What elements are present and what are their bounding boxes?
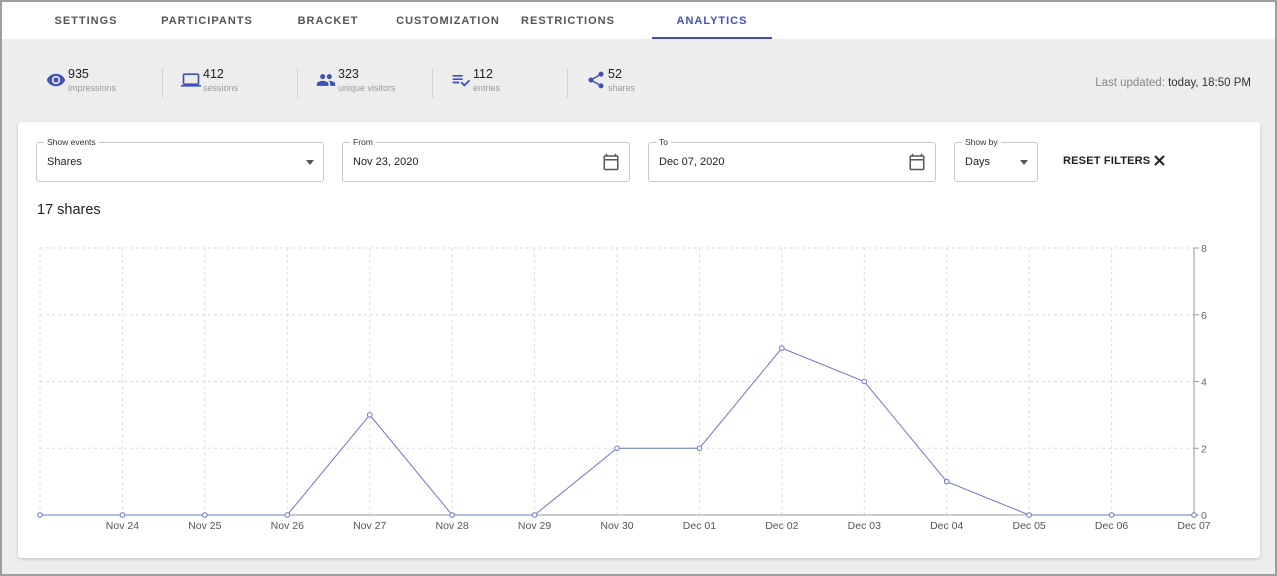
field-label: Show events bbox=[44, 137, 99, 147]
tab-restrictions[interactable]: RESTRICTIONS bbox=[484, 2, 652, 39]
field-value: Nov 23, 2020 bbox=[353, 156, 419, 168]
data-point bbox=[1191, 512, 1197, 518]
field-value: Dec 07, 2020 bbox=[659, 156, 725, 168]
data-point bbox=[779, 345, 785, 351]
stat-value: 323 bbox=[338, 67, 359, 81]
data-point bbox=[37, 512, 43, 518]
eye-icon bbox=[46, 70, 66, 90]
calendar-icon[interactable] bbox=[602, 153, 620, 171]
line-chart: 02468Nov 24 Nov 25 Nov 26 Nov 27 Nov 28 Nov 2… bbox=[37, 243, 1211, 532]
stat-value: 935 bbox=[68, 67, 89, 81]
summary-count: 17 shares bbox=[37, 202, 101, 218]
stat-label: entries bbox=[473, 83, 501, 93]
tab-settings[interactable]: SETTINGS bbox=[2, 2, 170, 39]
last-updated-label: Last updated: bbox=[1095, 77, 1165, 89]
divider bbox=[162, 68, 163, 98]
x-tick-label: Nov 28 bbox=[436, 520, 469, 532]
divider bbox=[567, 68, 568, 98]
data-point bbox=[943, 478, 950, 485]
stat-entries: 112 entries bbox=[451, 60, 500, 100]
x-tick-label: Nov 26 bbox=[271, 520, 304, 532]
x-tick-label: Dec 03 bbox=[848, 520, 881, 532]
field-label: From bbox=[350, 137, 376, 147]
last-updated-value: today, 18:50 PM bbox=[1168, 77, 1251, 89]
tab-analytics[interactable]: ANALYTICS bbox=[652, 2, 772, 39]
data-point bbox=[1026, 512, 1032, 518]
data-point bbox=[1108, 512, 1115, 518]
x-tick-label: Nov 30 bbox=[600, 520, 633, 532]
stat-label: shares bbox=[608, 83, 636, 93]
field-label: Show by bbox=[962, 137, 1001, 147]
data-point bbox=[531, 512, 538, 518]
playlist-check-icon bbox=[451, 70, 471, 90]
data-point bbox=[366, 412, 373, 418]
stat-label: impressions bbox=[68, 83, 117, 93]
last-updated: Last updated: today, 18:50 PM bbox=[1095, 77, 1251, 89]
stat-value: 52 bbox=[608, 67, 622, 81]
stat-value: 112 bbox=[473, 67, 493, 81]
to-date-field[interactable]: To Dec 07, 2020 bbox=[648, 137, 936, 182]
show-events-select[interactable]: Show events Shares bbox=[36, 137, 324, 182]
close-icon bbox=[1153, 154, 1166, 167]
analytics-page: SETTINGS PARTICIPANTS BRACKET CUSTOMIZAT… bbox=[0, 0, 1277, 576]
divider bbox=[432, 68, 433, 98]
data-point bbox=[449, 512, 455, 518]
share-icon bbox=[586, 70, 606, 90]
tab-participants[interactable]: PARTICIPANTS bbox=[161, 2, 252, 39]
x-tick-label: Dec 04 bbox=[930, 520, 963, 532]
stat-sessions: 412 sessions bbox=[181, 60, 238, 100]
data-point bbox=[861, 378, 868, 385]
dropdown-caret-icon bbox=[306, 160, 314, 165]
x-tick-label: Dec 06 bbox=[1095, 520, 1128, 532]
divider bbox=[297, 68, 298, 98]
stats-bar: 935 impressions 412 sessions 323 unique … bbox=[2, 60, 1275, 102]
x-tick-label: Nov 24 bbox=[106, 520, 139, 532]
dropdown-caret-icon bbox=[1020, 160, 1028, 165]
field-value: Shares bbox=[47, 156, 82, 168]
from-date-field[interactable]: From Nov 23, 2020 bbox=[342, 137, 630, 182]
data-point bbox=[119, 512, 126, 518]
y-tick-label: 8 bbox=[1201, 243, 1207, 255]
data-point bbox=[696, 445, 703, 452]
stat-label: sessions bbox=[203, 83, 239, 93]
stat-shares: 52 shares bbox=[586, 60, 635, 100]
tab-customization[interactable]: CUSTOMIZATION bbox=[396, 2, 499, 39]
stat-label: unique visitors bbox=[338, 83, 396, 93]
x-tick-label: Dec 01 bbox=[683, 520, 716, 532]
x-tick-label: Nov 27 bbox=[353, 520, 386, 532]
stat-unique-visitors: 323 unique visitors bbox=[316, 60, 396, 100]
data-point bbox=[614, 445, 620, 452]
x-tick-label: Nov 25 bbox=[188, 520, 221, 532]
laptop-icon bbox=[181, 70, 201, 90]
x-tick-label: Dec 05 bbox=[1013, 520, 1046, 532]
y-tick-label: 4 bbox=[1201, 377, 1207, 389]
data-point bbox=[202, 512, 208, 518]
y-tick-label: 2 bbox=[1201, 443, 1207, 455]
y-tick-label: 6 bbox=[1201, 310, 1207, 322]
data-point bbox=[284, 512, 291, 518]
stat-impressions: 935 impressions bbox=[46, 60, 116, 100]
reset-filters-button[interactable]: RESET FILTERS bbox=[1063, 154, 1166, 167]
shares-chart: 0 2 4 6 8 Nov 24 Nov 25 Nov 26 Nov 27 Nov 28 Nov 2… bbox=[18, 232, 1260, 552]
field-label: To bbox=[656, 137, 671, 147]
analytics-card: Show events Shares From Nov 23, 2020 To … bbox=[18, 122, 1260, 558]
stat-value: 412 bbox=[203, 67, 224, 81]
people-icon bbox=[316, 70, 336, 90]
show-by-select[interactable]: Show by Days bbox=[954, 137, 1038, 182]
tab-bar: SETTINGS PARTICIPANTS BRACKET CUSTOMIZAT… bbox=[2, 2, 1275, 39]
x-tick-label: Dec 07 bbox=[1177, 520, 1210, 532]
field-value: Days bbox=[965, 156, 991, 168]
tab-bracket[interactable]: BRACKET bbox=[244, 2, 412, 39]
x-tick-label: Dec 02 bbox=[765, 520, 798, 532]
reset-filters-label: RESET FILTERS bbox=[1063, 154, 1151, 167]
x-tick-label: Nov 29 bbox=[518, 520, 551, 532]
calendar-icon[interactable] bbox=[908, 153, 926, 171]
